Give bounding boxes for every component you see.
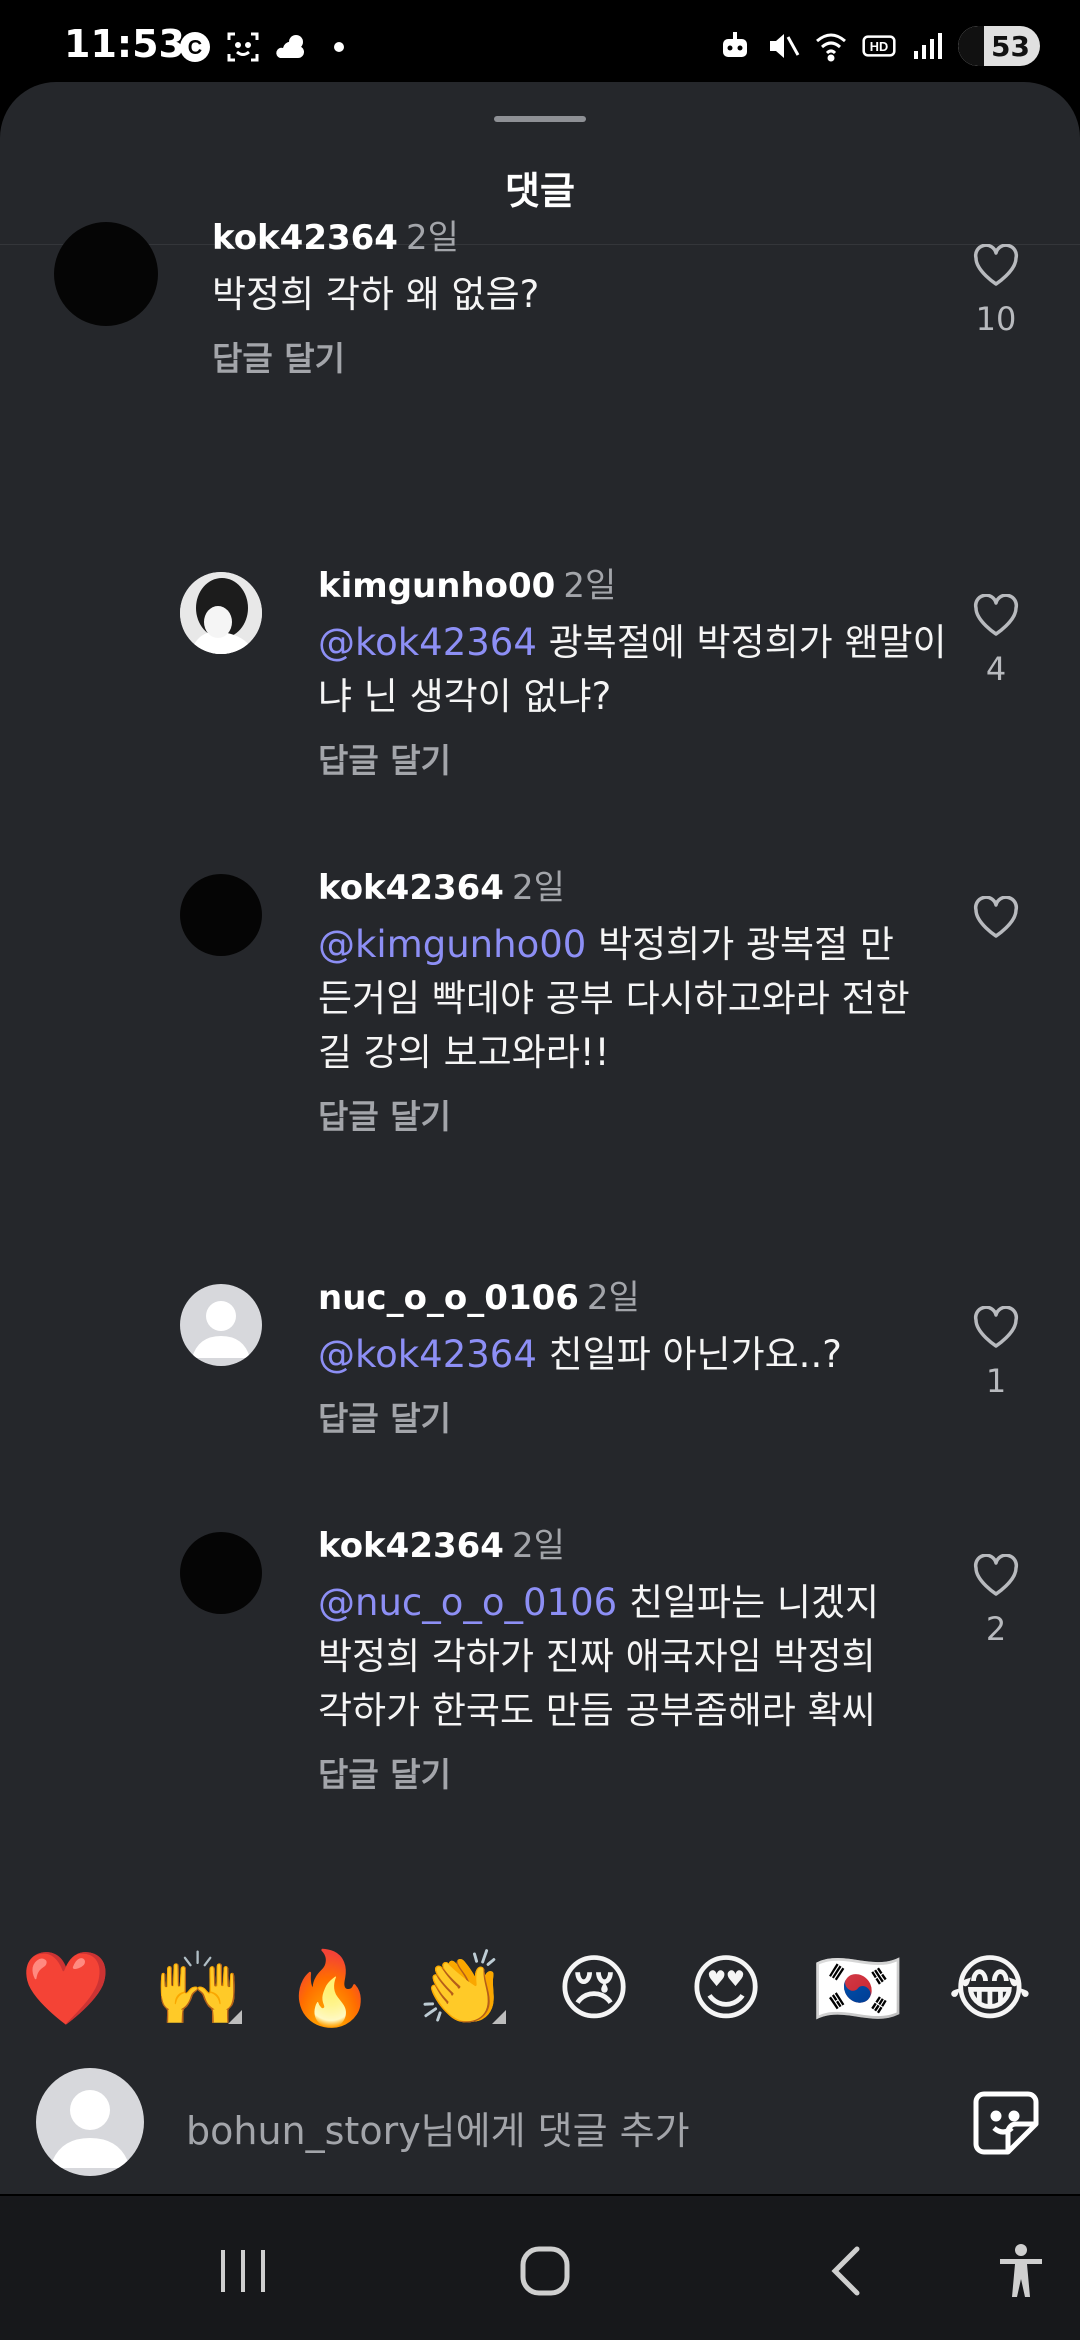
accessibility-icon: [1000, 2244, 1042, 2297]
comment-time: 2일: [405, 218, 459, 258]
signal-icon: [910, 29, 944, 63]
comment-mention[interactable]: @nuc_o_o_0106: [318, 1581, 617, 1624]
emoji-raising-hands[interactable]: 🙌: [132, 1938, 264, 2038]
sticker-icon: [973, 2091, 1039, 2155]
battery-level: 53: [991, 29, 1030, 63]
heart-icon: [973, 244, 1019, 286]
sheet-title: 댓글: [505, 169, 575, 213]
reply-button[interactable]: 답글 달기: [318, 1090, 918, 1138]
comment-mention[interactable]: @kimgunho00: [318, 923, 586, 966]
accessibility-button[interactable]: [986, 2236, 1056, 2306]
comment-text: 박정희 각하 왜 없음?: [212, 268, 952, 322]
comment-time: 2일: [511, 1526, 565, 1566]
comment-text: @nuc_o_o_0106 친일파는 니겠지 박정희 각하가 진짜 애국자임 박…: [318, 1576, 918, 1738]
reply-button[interactable]: 답글 달기: [318, 1748, 918, 1796]
system-nav-bar: [0, 2196, 1080, 2340]
comment-input-row: bohun_story님에게 댓글 추가: [0, 2048, 1080, 2198]
comment-body: 박정희 각하 왜 없음?: [212, 273, 540, 316]
recent-apps-button[interactable]: [208, 2236, 278, 2306]
emoji-korea-flag[interactable]: 🇰🇷: [792, 1938, 924, 2038]
like-count: 1: [985, 1362, 1007, 1400]
home-button[interactable]: [510, 2236, 580, 2306]
c-icon: C: [178, 30, 212, 64]
comment-mention[interactable]: @kok42364: [318, 1333, 537, 1376]
emoji-crying[interactable]: 😢: [528, 1938, 660, 2038]
status-bar: 11:53 C HD 53: [0, 0, 1080, 80]
comment-time: 2일: [563, 566, 617, 606]
face-scan-icon: [226, 30, 260, 64]
comment-mention[interactable]: @kok42364: [318, 621, 537, 664]
battery-indicator: 53: [958, 26, 1040, 66]
avatar[interactable]: [180, 874, 262, 956]
svg-text:HD: HD: [870, 39, 888, 54]
emoji-bar: ❤️ 🙌 🔥 👏 😢 😍 🇰🇷 😂: [0, 1938, 1080, 2038]
like-count: 4: [985, 650, 1007, 688]
heart-icon: [973, 1306, 1019, 1348]
like-button[interactable]: [956, 896, 1036, 952]
emoji-heart[interactable]: ❤️: [0, 1938, 132, 2038]
comment-text: @kok42364 친일파 아닌가요..?: [318, 1328, 948, 1382]
comment-time: 2일: [586, 1278, 640, 1318]
heart-icon: [973, 594, 1019, 636]
emoji-clapping[interactable]: 👏: [396, 1938, 528, 2038]
comment-username[interactable]: kok42364: [318, 868, 504, 908]
dot-icon: [322, 30, 356, 64]
comments-sheet: 댓글 kok42364 2일 박정희 각하 왜 없음? 답글 달기 10 kimg…: [0, 82, 1080, 2194]
comment-text: @kimgunho00 박정희가 광복절 만든거임 빡데야 공부 다시하고와라 …: [318, 918, 918, 1080]
comment-username[interactable]: kimgunho00: [318, 566, 555, 606]
heart-icon: [973, 896, 1019, 938]
comment-time: 2일: [511, 868, 565, 908]
avatar[interactable]: [54, 222, 158, 326]
comment-text: @kok42364 광복절에 박정희가 왠말이냐 닌 생각이 없냐?: [318, 616, 948, 724]
wifi-icon: [814, 29, 848, 63]
comment-input[interactable]: bohun_story님에게 댓글 추가: [186, 2100, 946, 2155]
drag-handle[interactable]: [494, 116, 586, 122]
back-icon: [831, 2246, 860, 2296]
sticker-button[interactable]: [966, 2082, 1046, 2162]
reply-button[interactable]: 답글 달기: [318, 1392, 948, 1440]
back-button[interactable]: [812, 2236, 882, 2306]
comment-body: 친일파 아닌가요..?: [536, 1333, 842, 1376]
emoji-fire[interactable]: 🔥: [264, 1938, 396, 2038]
skin-tone-indicator: [492, 2010, 506, 2024]
svg-text:C: C: [188, 37, 202, 59]
heart-icon: [973, 1554, 1019, 1596]
my-avatar[interactable]: [36, 2068, 144, 2176]
like-count: 2: [985, 1610, 1007, 1648]
reply-button[interactable]: 답글 달기: [318, 734, 948, 782]
weather-icon: [274, 30, 308, 64]
robot-icon: [718, 29, 752, 63]
emoji-heart-eyes[interactable]: 😍: [660, 1938, 792, 2038]
hd-icon: HD: [862, 29, 896, 63]
skin-tone-indicator: [228, 2010, 242, 2024]
avatar[interactable]: [180, 572, 262, 654]
avatar[interactable]: [180, 1284, 262, 1366]
like-button[interactable]: 10: [956, 244, 1036, 338]
like-button[interactable]: 2: [956, 1554, 1036, 1648]
recent-apps-icon: [221, 2250, 265, 2292]
like-count: 10: [975, 300, 1017, 338]
like-button[interactable]: 4: [956, 594, 1036, 688]
comment-username[interactable]: kok42364: [318, 1526, 504, 1566]
comment-username[interactable]: kok42364: [212, 218, 398, 258]
avatar[interactable]: [180, 1532, 262, 1614]
status-time: 11:53: [64, 22, 185, 66]
emoji-laughing[interactable]: 😂: [924, 1938, 1056, 2038]
reply-button[interactable]: 답글 달기: [212, 332, 952, 380]
like-button[interactable]: 1: [956, 1306, 1036, 1400]
mute-icon: [766, 29, 800, 63]
home-icon: [520, 2246, 570, 2296]
comment-username[interactable]: nuc_o_o_0106: [318, 1278, 579, 1318]
